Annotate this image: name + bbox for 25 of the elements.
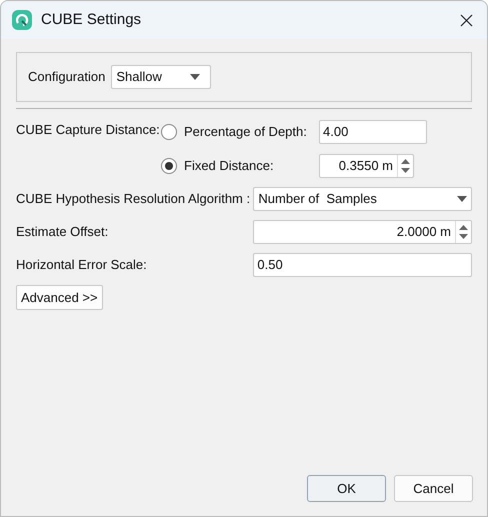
field-label: CUBE Hypothesis Resolution Algorithm :	[16, 190, 252, 208]
radio-label[interactable]: Percentage of Depth:	[184, 122, 319, 142]
cancel-button[interactable]: Cancel	[394, 475, 473, 502]
radio-label[interactable]: Fixed Distance:	[184, 156, 319, 176]
input-field[interactable]: 4.00	[319, 120, 427, 144]
capture-distance-label: CUBE Capture Distance:	[16, 121, 161, 139]
dropdown[interactable]: Number of Samples	[253, 187, 472, 211]
ok-button[interactable]: OK	[307, 475, 386, 502]
spin-field[interactable]: 0.3550 m	[319, 154, 414, 178]
spinner-arrows-icon[interactable]	[459, 224, 468, 240]
caret-icon	[190, 74, 200, 80]
advanced-button[interactable]: Advanced >>	[16, 285, 103, 310]
field-label: Horizontal Error Scale:	[16, 256, 148, 274]
configuration-dropdown[interactable]: Shallow	[111, 65, 212, 89]
radio-button[interactable]	[161, 158, 177, 174]
spinner-arrows-icon[interactable]	[401, 158, 410, 174]
input-field[interactable]: 0.50	[253, 253, 472, 277]
close-icon[interactable]	[460, 14, 473, 26]
caret-icon	[457, 196, 467, 202]
radio-button[interactable]	[161, 124, 177, 140]
field-label: Estimate Offset:	[16, 223, 110, 242]
spin-field[interactable]: 2.0000 m	[253, 220, 472, 244]
configuration-label: Configuration	[28, 68, 106, 86]
app-logo-icon	[12, 10, 32, 30]
window-title: CUBE Settings	[41, 10, 142, 30]
